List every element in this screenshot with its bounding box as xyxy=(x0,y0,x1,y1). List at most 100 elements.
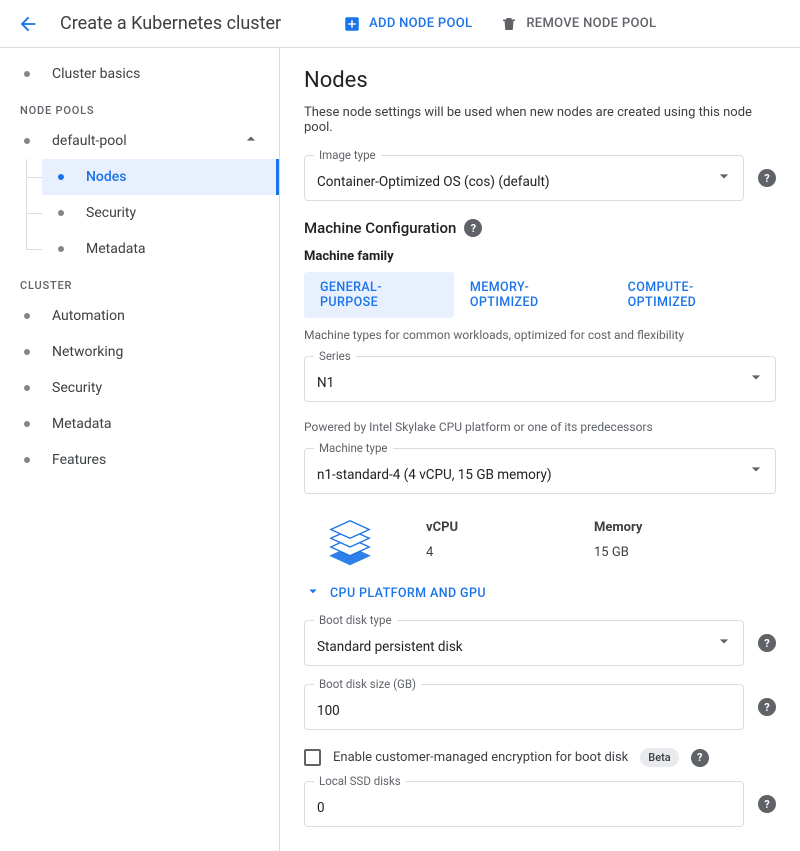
series-field-wrap: Series N1 xyxy=(304,356,776,402)
help-icon[interactable]: ? xyxy=(464,219,482,237)
memory-value: 15 GB xyxy=(594,545,642,560)
sidebar-item-automation[interactable]: Automation xyxy=(0,298,279,334)
bullet-icon xyxy=(24,138,30,144)
field-value: Standard persistent disk xyxy=(317,639,707,655)
sidebar-item-metadata[interactable]: Metadata xyxy=(0,406,279,442)
help-icon[interactable]: ? xyxy=(758,795,776,813)
memory-column: Memory 15 GB xyxy=(594,520,642,560)
remove-node-pool-button[interactable]: REMOVE NODE POOL xyxy=(500,15,656,33)
field-value: 0 xyxy=(317,800,707,816)
bullet-icon xyxy=(58,174,64,180)
machine-type-select[interactable]: Machine type n1-standard-4 (4 vCPU, 15 G… xyxy=(304,448,776,494)
sidebar-item-default-pool[interactable]: default-pool xyxy=(0,123,279,159)
sidebar-item-label: default-pool xyxy=(52,133,127,149)
machine-summary: vCPU 4 Memory 15 GB xyxy=(322,512,776,568)
sidebar-item-cluster-basics[interactable]: Cluster basics xyxy=(0,56,279,92)
beta-badge: Beta xyxy=(640,748,678,767)
encryption-checkbox-label: Enable customer-managed encryption for b… xyxy=(333,750,628,765)
sidebar-item-label: Networking xyxy=(52,344,123,360)
tree-line-h xyxy=(26,213,42,214)
bullet-icon xyxy=(24,349,30,355)
sidebar-item-label: Cluster basics xyxy=(52,66,140,82)
series-select[interactable]: Series N1 xyxy=(304,356,776,402)
sidebar-item-networking[interactable]: Networking xyxy=(0,334,279,370)
field-value: 100 xyxy=(317,703,707,719)
field-value: N1 xyxy=(317,375,739,391)
bullet-icon xyxy=(58,246,64,252)
remove-node-pool-label: REMOVE NODE POOL xyxy=(526,16,656,31)
machine-family-tabs: GENERAL-PURPOSE MEMORY-OPTIMIZED COMPUTE… xyxy=(304,272,776,318)
sidebar-subitem-label: Metadata xyxy=(86,241,146,257)
sidebar-item-features[interactable]: Features xyxy=(0,442,279,478)
page-title: Create a Kubernetes cluster xyxy=(60,13,281,34)
section-title: Nodes xyxy=(304,68,776,93)
boot-disk-type-field-wrap: Boot disk type Standard persistent disk … xyxy=(304,620,776,666)
back-arrow-icon[interactable] xyxy=(16,12,40,36)
machine-type-field-wrap: Machine type n1-standard-4 (4 vCPU, 15 G… xyxy=(304,448,776,494)
sidebar-sub-default-pool: Nodes Security Metadata xyxy=(0,159,279,267)
cpu-gpu-expander[interactable]: CPU PLATFORM AND GPU xyxy=(304,582,776,604)
add-node-pool-button[interactable]: ADD NODE POOL xyxy=(343,15,472,33)
chevron-down-icon xyxy=(304,582,322,604)
help-icon[interactable]: ? xyxy=(758,169,776,187)
trash-icon xyxy=(500,15,518,33)
bullet-icon xyxy=(24,385,30,391)
dropdown-arrow-icon xyxy=(746,367,766,391)
local-ssd-field-wrap: Local SSD disks 0 ? xyxy=(304,781,776,827)
tab-memory-optimized[interactable]: MEMORY-OPTIMIZED xyxy=(454,272,612,318)
machine-config-header: Machine Configuration ? xyxy=(304,219,776,237)
boot-disk-size-field-wrap: Boot disk size (GB) 100 ? xyxy=(304,684,776,730)
tab-general-purpose[interactable]: GENERAL-PURPOSE xyxy=(304,272,454,318)
sidebar-item-label: Automation xyxy=(52,308,125,324)
bullet-icon xyxy=(58,210,64,216)
add-box-icon xyxy=(343,15,361,33)
tab-compute-optimized[interactable]: COMPUTE-OPTIMIZED xyxy=(612,272,776,318)
bullet-icon xyxy=(24,71,30,77)
cpu-gpu-expander-label: CPU PLATFORM AND GPU xyxy=(330,586,486,601)
field-label: Image type xyxy=(314,148,381,162)
bullet-icon xyxy=(24,421,30,427)
sidebar-subitem-security[interactable]: Security xyxy=(42,195,279,231)
sidebar-item-label: Metadata xyxy=(52,416,112,432)
sidebar-subitem-label: Nodes xyxy=(86,169,126,185)
boot-disk-type-select[interactable]: Boot disk type Standard persistent disk xyxy=(304,620,744,666)
field-label: Boot disk size (GB) xyxy=(314,677,421,691)
dropdown-arrow-icon xyxy=(714,631,734,655)
machine-stack-icon xyxy=(322,512,378,568)
dropdown-arrow-icon xyxy=(746,459,766,483)
vcpu-label: vCPU xyxy=(426,520,546,535)
sidebar-subitem-nodes[interactable]: Nodes xyxy=(42,159,279,195)
sidebar-subitem-label: Security xyxy=(86,205,136,221)
section-description: These node settings will be used when ne… xyxy=(304,105,776,135)
machine-config-title: Machine Configuration xyxy=(304,219,456,237)
layout: Cluster basics NODE POOLS default-pool N… xyxy=(0,48,800,851)
help-icon[interactable]: ? xyxy=(758,698,776,716)
encryption-checkbox-row: Enable customer-managed encryption for b… xyxy=(304,748,776,767)
encryption-checkbox[interactable] xyxy=(304,749,321,766)
vcpu-column: vCPU 4 xyxy=(426,520,546,560)
boot-disk-size-input[interactable]: Boot disk size (GB) 100 xyxy=(304,684,744,730)
bullet-icon xyxy=(24,457,30,463)
field-label: Boot disk type xyxy=(314,613,397,627)
machine-family-label: Machine family xyxy=(304,249,776,264)
help-icon[interactable]: ? xyxy=(758,634,776,652)
content: Nodes These node settings will be used w… xyxy=(280,48,800,851)
topbar: Create a Kubernetes cluster ADD NODE POO… xyxy=(0,0,800,48)
field-label: Series xyxy=(314,349,356,363)
sidebar-subitem-metadata[interactable]: Metadata xyxy=(42,231,279,267)
tree-line xyxy=(26,159,27,249)
sidebar-item-security[interactable]: Security xyxy=(0,370,279,406)
dropdown-arrow-icon xyxy=(714,166,734,190)
chevron-up-icon xyxy=(241,129,261,153)
help-icon[interactable]: ? xyxy=(691,749,709,767)
field-value: Container-Optimized OS (cos) (default) xyxy=(317,174,707,190)
image-type-select[interactable]: Image type Container-Optimized OS (cos) … xyxy=(304,155,744,201)
top-actions: ADD NODE POOL REMOVE NODE POOL xyxy=(343,15,656,33)
field-value: n1-standard-4 (4 vCPU, 15 GB memory) xyxy=(317,467,739,483)
local-ssd-input[interactable]: Local SSD disks 0 xyxy=(304,781,744,827)
add-node-pool-label: ADD NODE POOL xyxy=(369,16,472,31)
field-label: Local SSD disks xyxy=(314,774,406,788)
sidebar-item-label: Features xyxy=(52,452,106,468)
tab-hint: Machine types for common workloads, opti… xyxy=(304,328,776,342)
series-hint: Powered by Intel Skylake CPU platform or… xyxy=(304,420,776,434)
